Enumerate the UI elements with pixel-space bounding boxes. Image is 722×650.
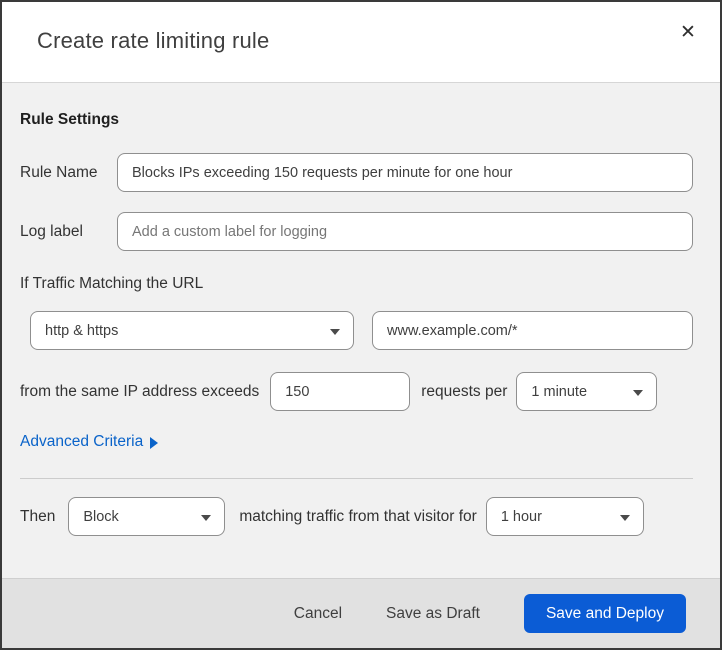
chevron-right-icon (150, 437, 159, 449)
then-label: Then (20, 507, 56, 525)
dialog-header: Create rate limiting rule ✕ (2, 2, 720, 80)
rule-name-input[interactable] (117, 153, 693, 192)
action-select[interactable]: Block (68, 497, 226, 536)
chevron-down-icon (330, 328, 340, 335)
save-and-deploy-button[interactable]: Save and Deploy (523, 594, 686, 633)
rule-settings-heading: Rule Settings (20, 111, 120, 128)
create-rate-limiting-rule-dialog: Create rate limiting rule ✕ Rule Setting… (0, 0, 722, 650)
save-as-draft-button[interactable]: Save as Draft (386, 605, 480, 623)
advanced-criteria-label: Advanced Criteria (20, 433, 144, 450)
scheme-row: http & https (30, 311, 693, 350)
rule-name-row: Rule Name (20, 153, 693, 192)
threshold-row: from the same IP address exceeds request… (20, 372, 693, 411)
scheme-select[interactable]: http & https (30, 311, 354, 350)
requests-count-input[interactable] (270, 372, 411, 411)
matching-traffic-text: matching traffic from that visitor for (239, 507, 477, 525)
chevron-down-icon (619, 514, 630, 521)
advanced-criteria-link[interactable]: Advanced Criteria (20, 433, 159, 451)
period-select-value: 1 minute (531, 383, 588, 400)
log-label-input[interactable] (117, 212, 693, 251)
scheme-select-value: http & https (45, 322, 119, 339)
chevron-down-icon (201, 514, 212, 521)
section-divider (20, 478, 693, 479)
action-select-value: Block (83, 508, 119, 525)
chevron-down-icon (633, 389, 644, 396)
log-label-row: Log label (20, 212, 693, 251)
close-icon[interactable]: ✕ (674, 18, 702, 46)
page-title: Create rate limiting rule (37, 28, 270, 53)
period-select[interactable]: 1 minute (516, 372, 658, 411)
rule-name-label: Rule Name (20, 163, 98, 181)
dialog-footer: Cancel Save as Draft Save and Deploy (2, 578, 720, 648)
then-row: Then Block matching traffic from that vi… (20, 497, 693, 536)
cancel-button[interactable]: Cancel (294, 605, 342, 623)
requests-per-text: requests per (421, 382, 508, 400)
url-pattern-input[interactable] (372, 311, 693, 350)
duration-select-value: 1 hour (500, 508, 542, 525)
threshold-prefix-text: from the same IP address exceeds (20, 382, 260, 400)
log-label-label: Log label (20, 222, 83, 240)
duration-select[interactable]: 1 hour (485, 497, 644, 536)
dialog-body: Rule Settings Rule Name Log label If Tra… (2, 82, 720, 578)
traffic-match-heading: If Traffic Matching the URL (20, 275, 204, 292)
